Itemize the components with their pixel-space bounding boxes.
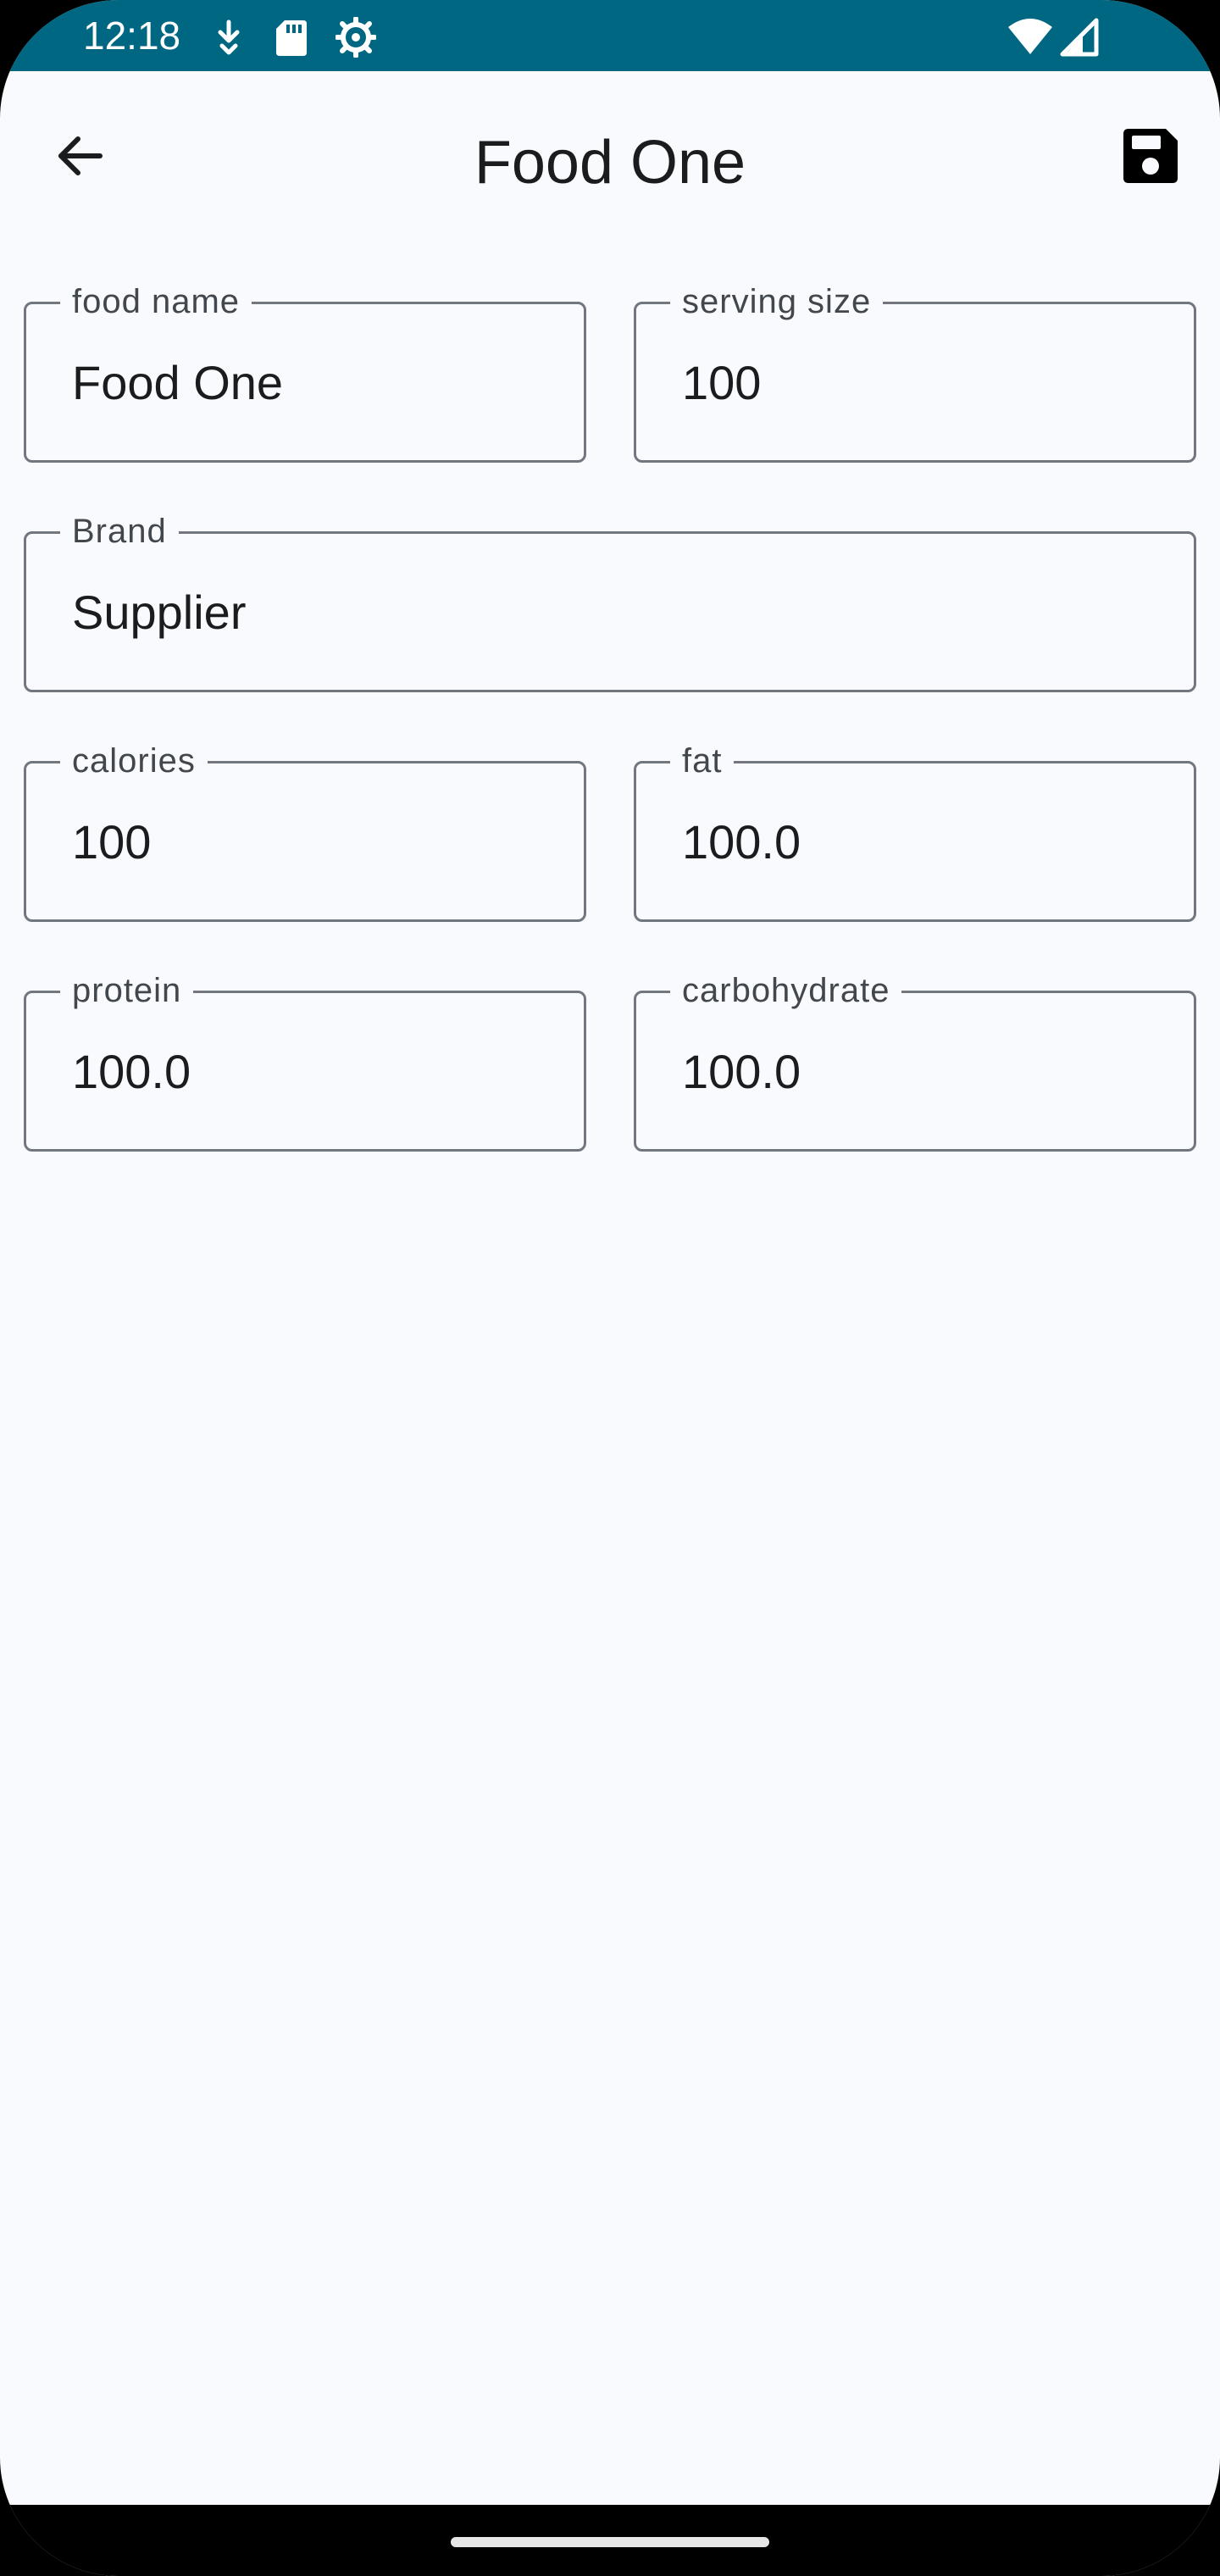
protein-field[interactable]: protein 100.0 [24, 969, 586, 1152]
save-button[interactable] [1110, 117, 1191, 198]
carbohydrate-field[interactable]: carbohydrate 100.0 [634, 969, 1196, 1152]
protein-value: 100.0 [72, 1045, 191, 1098]
arrow-back-icon [53, 129, 107, 187]
fat-field[interactable]: fat 100.0 [634, 740, 1196, 922]
status-bar: 12:18 [0, 0, 1220, 71]
wifi-icon [1006, 17, 1054, 58]
calories-field[interactable]: calories 100 [24, 740, 586, 922]
protein-label: protein [60, 969, 194, 1012]
signal-icon [1059, 17, 1100, 58]
food-name-field[interactable]: food name Food One [24, 280, 586, 463]
calories-label: calories [60, 740, 208, 782]
carbohydrate-label: carbohydrate [670, 969, 902, 1012]
serving-size-field[interactable]: serving size 100 [634, 280, 1196, 463]
save-floppy-icon [1120, 125, 1181, 191]
gesture-nav-bar [0, 2505, 1220, 2576]
fat-value: 100.0 [682, 815, 801, 869]
carbohydrate-value: 100.0 [682, 1045, 801, 1098]
calories-value: 100 [72, 815, 152, 869]
brand-value: Supplier [72, 586, 247, 639]
sd-card-icon [271, 17, 312, 58]
app-screen: 12:18 Food One food name Food One servin… [0, 0, 1220, 2576]
app-bar: Food One [0, 71, 1220, 261]
brand-label: Brand [60, 510, 179, 552]
food-name-label: food name [60, 280, 252, 323]
download-icon [208, 17, 249, 58]
settings-gear-icon [335, 16, 377, 58]
status-time: 12:18 [83, 14, 181, 58]
serving-size-value: 100 [682, 356, 762, 409]
page-title: Food One [474, 129, 746, 197]
back-button[interactable] [39, 117, 120, 198]
serving-size-label: serving size [670, 280, 884, 323]
brand-field[interactable]: Brand Supplier [24, 510, 1196, 692]
fat-label: fat [670, 740, 735, 782]
home-gesture-handle[interactable] [451, 2537, 769, 2547]
food-name-value: Food One [72, 356, 284, 409]
